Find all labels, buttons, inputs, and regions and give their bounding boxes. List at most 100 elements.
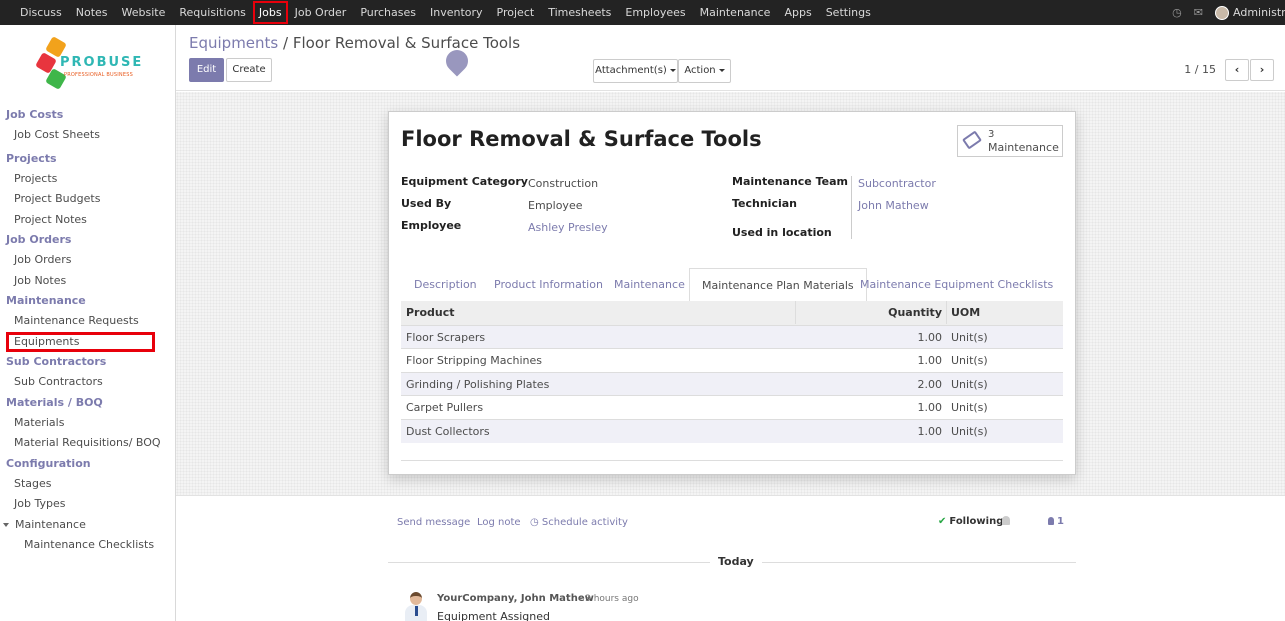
followers-count: 1 <box>1057 516 1064 527</box>
table-row[interactable]: Grinding / Polishing Plates 2.00 Unit(s) <box>401 371 1063 396</box>
menu-settings[interactable]: Settings <box>819 0 878 25</box>
edit-button[interactable]: Edit <box>189 58 224 82</box>
table-row[interactable]: Floor Stripping Machines 1.00 Unit(s) <box>401 348 1063 372</box>
pager-previous-button[interactable]: ‹ <box>1225 59 1249 81</box>
column-divider <box>946 301 947 324</box>
menu-job-order[interactable]: Job Order <box>288 0 354 25</box>
action-dropdown[interactable]: Action <box>678 59 731 83</box>
sidebar-item-project-notes[interactable]: Project Notes <box>0 210 175 231</box>
menu-requisitions[interactable]: Requisitions <box>172 0 253 25</box>
sidebar-item-maintenance-checklists[interactable]: Maintenance Checklists <box>0 535 175 556</box>
schedule-activity-button[interactable]: ◷ Schedule activity <box>530 517 628 528</box>
tab-product-information[interactable]: Product Information <box>494 268 603 302</box>
logo-tagline: PROFESSIONAL BUSINESS <box>64 72 133 78</box>
sidebar-item-material-requisitions[interactable]: Material Requisitions/ BOQ <box>0 433 175 454</box>
following-label: Following <box>949 516 1004 527</box>
breadcrumb: Equipments / Floor Removal & Surface Too… <box>189 34 520 52</box>
sidebar-item-maintenance-requests[interactable]: Maintenance Requests <box>0 311 175 332</box>
pager-next-button[interactable]: › <box>1250 59 1274 81</box>
table-row[interactable]: Floor Scrapers 1.00 Unit(s) <box>401 324 1063 349</box>
field-label-technician: Technician <box>732 197 798 210</box>
maintenance-label: Maintenance <box>988 141 1059 154</box>
send-message-button[interactable]: Send message <box>397 517 470 528</box>
column-header-uom[interactable]: UOM <box>951 301 980 325</box>
field-divider <box>851 176 852 239</box>
attachments-label: Attachment(s) <box>595 65 667 76</box>
sidebar-item-label: Maintenance <box>15 517 86 531</box>
sidebar-item-job-cost-sheets[interactable]: Job Cost Sheets <box>0 125 175 146</box>
field-maintenance-team[interactable]: Subcontractor <box>858 177 936 190</box>
sidebar-item-sub-contractors[interactable]: Sub Contractors <box>0 372 175 393</box>
log-note-button[interactable]: Log note <box>477 517 521 528</box>
avatar-head <box>410 592 422 605</box>
avatar-tie <box>415 606 418 616</box>
table-row[interactable]: Carpet Pullers 1.00 Unit(s) <box>401 395 1063 419</box>
maintenance-smart-button[interactable]: 3 Maintenance <box>957 125 1063 157</box>
user-avatar[interactable] <box>1215 5 1229 20</box>
sidebar-section-materials-boq: Materials / BOQ <box>6 395 103 409</box>
chat-icon[interactable]: ✉ <box>1194 6 1203 19</box>
field-equipment-category: Construction <box>528 177 599 190</box>
menu-jobs[interactable]: Jobs <box>252 1 288 24</box>
sidebar-item-project-budgets[interactable]: Project Budgets <box>0 189 175 210</box>
sidebar-item-materials[interactable]: Materials <box>0 413 175 434</box>
field-employee[interactable]: Ashley Presley <box>528 221 608 234</box>
field-technician[interactable]: John Mathew <box>858 199 929 212</box>
check-icon: ✔ <box>938 516 947 527</box>
notebook-tabs: Description Product Information Maintena… <box>401 268 1063 302</box>
sidebar: PROBUSE PROFESSIONAL BUSINESS Job Costs … <box>0 25 176 621</box>
cell-uom: Unit(s) <box>951 424 988 438</box>
sidebar-item-job-orders[interactable]: Job Orders <box>0 250 175 271</box>
menu-notes[interactable]: Notes <box>69 0 115 25</box>
logo-brand: PROBUSE <box>60 55 144 70</box>
sidebar-item-equipments[interactable]: Equipments <box>6 331 155 352</box>
cell-quantity: 1.00 <box>917 354 943 368</box>
followers-button[interactable]: 1 <box>1048 516 1064 527</box>
app-menu: Discuss Notes Website Requisitions Jobs … <box>0 0 878 25</box>
menu-discuss[interactable]: Discuss <box>13 0 69 25</box>
message-time: - 3 hours ago <box>579 594 639 604</box>
clock-icon: ◷ <box>530 517 542 528</box>
sidebar-section-sub-contractors: Sub Contractors <box>6 355 107 368</box>
tab-description[interactable]: Description <box>414 268 477 302</box>
column-header-quantity[interactable]: Quantity <box>888 301 942 325</box>
caret-down-icon <box>669 68 676 72</box>
user-menu[interactable]: Administrator <box>1233 6 1285 19</box>
field-used-by: Employee <box>528 199 583 212</box>
sidebar-item-projects[interactable]: Projects <box>0 169 175 190</box>
top-navbar: Discuss Notes Website Requisitions Jobs … <box>0 0 1285 25</box>
create-button[interactable]: Create <box>226 58 272 82</box>
bell-icon[interactable] <box>1002 516 1010 525</box>
sidebar-item-stages[interactable]: Stages <box>0 474 175 495</box>
clock-icon[interactable]: ◷ <box>1172 6 1182 19</box>
author-avatar[interactable] <box>404 592 428 621</box>
column-header-product[interactable]: Product <box>406 301 455 325</box>
table-row[interactable]: Dust Collectors 1.00 Unit(s) <box>401 418 1063 443</box>
form-view: Floor Removal & Surface Tools 3 Maintena… <box>176 92 1285 621</box>
breadcrumb-parent[interactable]: Equipments <box>189 34 278 52</box>
sidebar-item-maintenance-config[interactable]: Maintenance <box>0 515 175 536</box>
tab-maintenance-equipment-checklists[interactable]: Maintenance Equipment Checklists <box>860 268 1053 302</box>
cell-quantity: 1.00 <box>917 424 943 438</box>
menu-timesheets[interactable]: Timesheets <box>541 0 618 25</box>
following-button[interactable]: ✔ Following <box>938 516 1003 527</box>
menu-purchases[interactable]: Purchases <box>353 0 423 25</box>
sidebar-item-job-notes[interactable]: Job Notes <box>0 271 175 292</box>
action-label: Action <box>684 65 716 76</box>
caret-down-icon <box>718 68 725 72</box>
message-author[interactable]: YourCompany, John Mathew <box>437 593 594 604</box>
menu-inventory[interactable]: Inventory <box>423 0 490 25</box>
menu-website[interactable]: Website <box>115 0 173 25</box>
menu-employees[interactable]: Employees <box>618 0 692 25</box>
attachments-dropdown[interactable]: Attachment(s) <box>593 59 678 83</box>
menu-project[interactable]: Project <box>490 0 542 25</box>
caret-down-icon <box>3 522 9 527</box>
tab-maintenance-plan-materials[interactable]: Maintenance Plan Materials <box>689 268 867 302</box>
menu-apps[interactable]: Apps <box>777 0 818 25</box>
company-logo: PROBUSE PROFESSIONAL BUSINESS <box>34 35 144 95</box>
pager-value[interactable]: 1 / 15 <box>1184 63 1216 76</box>
sidebar-item-job-types[interactable]: Job Types <box>0 494 175 515</box>
menu-maintenance[interactable]: Maintenance <box>693 0 778 25</box>
message-body: Equipment Assigned <box>437 610 550 621</box>
tab-maintenance[interactable]: Maintenance <box>614 268 685 302</box>
